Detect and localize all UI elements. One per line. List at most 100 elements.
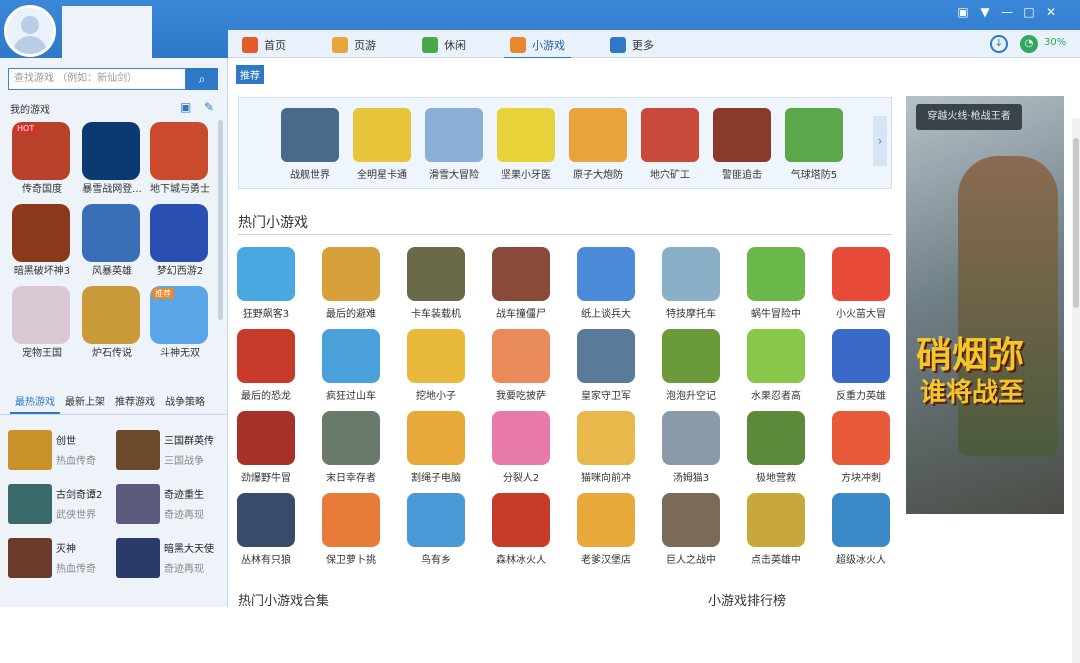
tab-home[interactable]: 首页	[242, 34, 286, 56]
close-icon[interactable]: ✕	[1040, 4, 1062, 20]
game-tile[interactable]: 挖地小子	[394, 329, 478, 402]
sidebar-scrollbar[interactable]	[218, 120, 223, 320]
game-tile[interactable]: 超级冰火人	[819, 493, 903, 566]
speed-icon[interactable]: ◔	[1020, 35, 1038, 53]
hot-game-item[interactable]: 古剑奇谭2 武侠世界	[8, 482, 118, 528]
user-info-box[interactable]	[62, 6, 152, 58]
main-content: 推荐 战舰世界 全明星卡通 滑雪大冒险 坚果小牙医 原子大炮防 地穴矿工 警匪追击 气球塔防5…	[228, 58, 1080, 663]
game-tile[interactable]: 割绳子电脑	[394, 411, 478, 484]
game-icon	[577, 329, 635, 383]
featured-game[interactable]: 全明星卡通	[347, 108, 417, 181]
carousel-next-icon[interactable]: ›	[873, 116, 887, 166]
edit-icon[interactable]: ✎	[204, 100, 214, 114]
game-tile[interactable]: 分裂人2	[479, 411, 563, 484]
tab-casual[interactable]: 休闲	[422, 34, 466, 56]
gift-icon[interactable]: ▣	[952, 4, 974, 20]
game-tile[interactable]: 战车撞僵尸	[479, 247, 563, 320]
game-thumbnail	[116, 484, 160, 524]
tab-page-games[interactable]: 页游	[332, 34, 376, 56]
game-tile[interactable]: 狂野飙客3	[224, 247, 308, 320]
my-game-icon[interactable]: HOT	[12, 122, 70, 180]
tab-hottest[interactable]: 最热游戏	[10, 391, 60, 414]
game-icon	[662, 247, 720, 301]
my-game-icon[interactable]	[12, 286, 70, 344]
game-tile[interactable]: 疯狂过山车	[309, 329, 393, 402]
search-input[interactable]: 查找游戏 （例如：新仙剑）	[8, 68, 186, 90]
my-game-icon[interactable]: 推荐	[150, 286, 208, 344]
game-icon	[492, 329, 550, 383]
game-tile[interactable]: 方块冲刺	[819, 411, 903, 484]
game-icon	[577, 247, 635, 301]
game-tile[interactable]: 卡车装载机	[394, 247, 478, 320]
featured-game[interactable]: 警匪追击	[707, 108, 777, 181]
game-tile[interactable]: 最后的恐龙	[224, 329, 308, 402]
tab-newest[interactable]: 最新上架	[60, 391, 110, 414]
hot-game-item[interactable]: 奇迹重生 奇迹再现	[116, 482, 226, 528]
game-tile[interactable]: 纸上谈兵大	[564, 247, 648, 320]
game-tile[interactable]: 特技摩托车	[649, 247, 733, 320]
hot-game-item[interactable]: 暗黑大天使 奇迹再现	[116, 536, 226, 582]
my-game-icon[interactable]	[12, 204, 70, 262]
game-tile[interactable]: 极地营救	[734, 411, 818, 484]
game-tile[interactable]: 汤姆猫3	[649, 411, 733, 484]
game-tile[interactable]: 小火苗大冒	[819, 247, 903, 320]
hot-game-item[interactable]: 三国群英传 三国战争	[116, 428, 226, 474]
game-tile[interactable]: 我要吃披萨	[479, 329, 563, 402]
game-icon	[492, 411, 550, 465]
featured-game[interactable]: 气球塔防5	[779, 108, 849, 181]
tab-recommended[interactable]: 推荐游戏	[110, 391, 160, 414]
scrollbar-thumb[interactable]	[1073, 138, 1079, 308]
search-button[interactable]: ⌕	[186, 68, 218, 90]
game-label: 坚果小牙医	[501, 170, 551, 181]
ad-logo: 穿越火线·枪战王者	[916, 104, 1022, 130]
game-tile[interactable]: 末日幸存者	[309, 411, 393, 484]
featured-game[interactable]: 原子大炮防	[563, 108, 633, 181]
featured-game[interactable]: 战舰世界	[275, 108, 345, 181]
game-icon	[237, 493, 295, 547]
menu-icon[interactable]: ▼	[974, 4, 996, 20]
download-icon[interactable]: ↓	[990, 35, 1008, 53]
game-icon	[281, 108, 339, 162]
featured-game[interactable]: 坚果小牙医	[491, 108, 561, 181]
game-label: 挖地小子	[416, 391, 456, 402]
game-label: 超级冰火人	[836, 555, 886, 566]
user-avatar[interactable]	[4, 5, 56, 57]
game-label: 战舰世界	[290, 170, 330, 181]
my-game-icon[interactable]	[82, 122, 140, 180]
save-icon[interactable]: ▣	[180, 100, 191, 114]
game-tile[interactable]: 鸟有乡	[394, 493, 478, 566]
maximize-icon[interactable]: □	[1018, 4, 1040, 20]
home-icon	[242, 37, 258, 53]
game-tile[interactable]: 老爹汉堡店	[564, 493, 648, 566]
my-game-icon[interactable]	[82, 286, 140, 344]
featured-game[interactable]: 滑雪大冒险	[419, 108, 489, 181]
game-tile[interactable]: 丛林有只狼	[224, 493, 308, 566]
tab-more[interactable]: 更多	[610, 34, 654, 56]
hot-game-item[interactable]: 灭神 热血传奇	[8, 536, 118, 582]
game-tile[interactable]: 点击英雄中	[734, 493, 818, 566]
game-tile[interactable]: 皇家守卫军	[564, 329, 648, 402]
main-scrollbar[interactable]	[1072, 118, 1080, 663]
game-icon	[237, 411, 295, 465]
tab-strategy[interactable]: 战争策略	[160, 391, 210, 414]
game-tile[interactable]: 水果忍者高	[734, 329, 818, 402]
game-tile[interactable]: 最后的避难	[309, 247, 393, 320]
game-tile[interactable]: 反重力英雄	[819, 329, 903, 402]
my-game-icon[interactable]	[150, 204, 208, 262]
game-tile[interactable]: 巨人之战中	[649, 493, 733, 566]
my-game-icon[interactable]	[82, 204, 140, 262]
window-controls: ▣ ▼ — □ ✕	[952, 4, 1062, 20]
bottom-right-title: 小游戏排行榜	[708, 594, 787, 609]
game-tile[interactable]: 劲爆野牛冒	[224, 411, 308, 484]
my-game-icon[interactable]	[150, 122, 208, 180]
game-tile[interactable]: 保卫萝卜挑	[309, 493, 393, 566]
game-tile[interactable]: 猫咪向前冲	[564, 411, 648, 484]
game-tile[interactable]: 森林冰火人	[479, 493, 563, 566]
tab-mini-games[interactable]: 小游戏	[504, 34, 571, 59]
game-tile[interactable]: 泡泡升空记	[649, 329, 733, 402]
featured-game[interactable]: 地穴矿工	[635, 108, 705, 181]
minimize-icon[interactable]: —	[996, 4, 1018, 20]
hot-game-item[interactable]: 创世 热血传奇	[8, 428, 118, 474]
game-tile[interactable]: 蜗牛冒险中	[734, 247, 818, 320]
ad-banner[interactable]: 穿越火线·枪战王者 硝烟弥 谁将战至	[906, 96, 1064, 514]
